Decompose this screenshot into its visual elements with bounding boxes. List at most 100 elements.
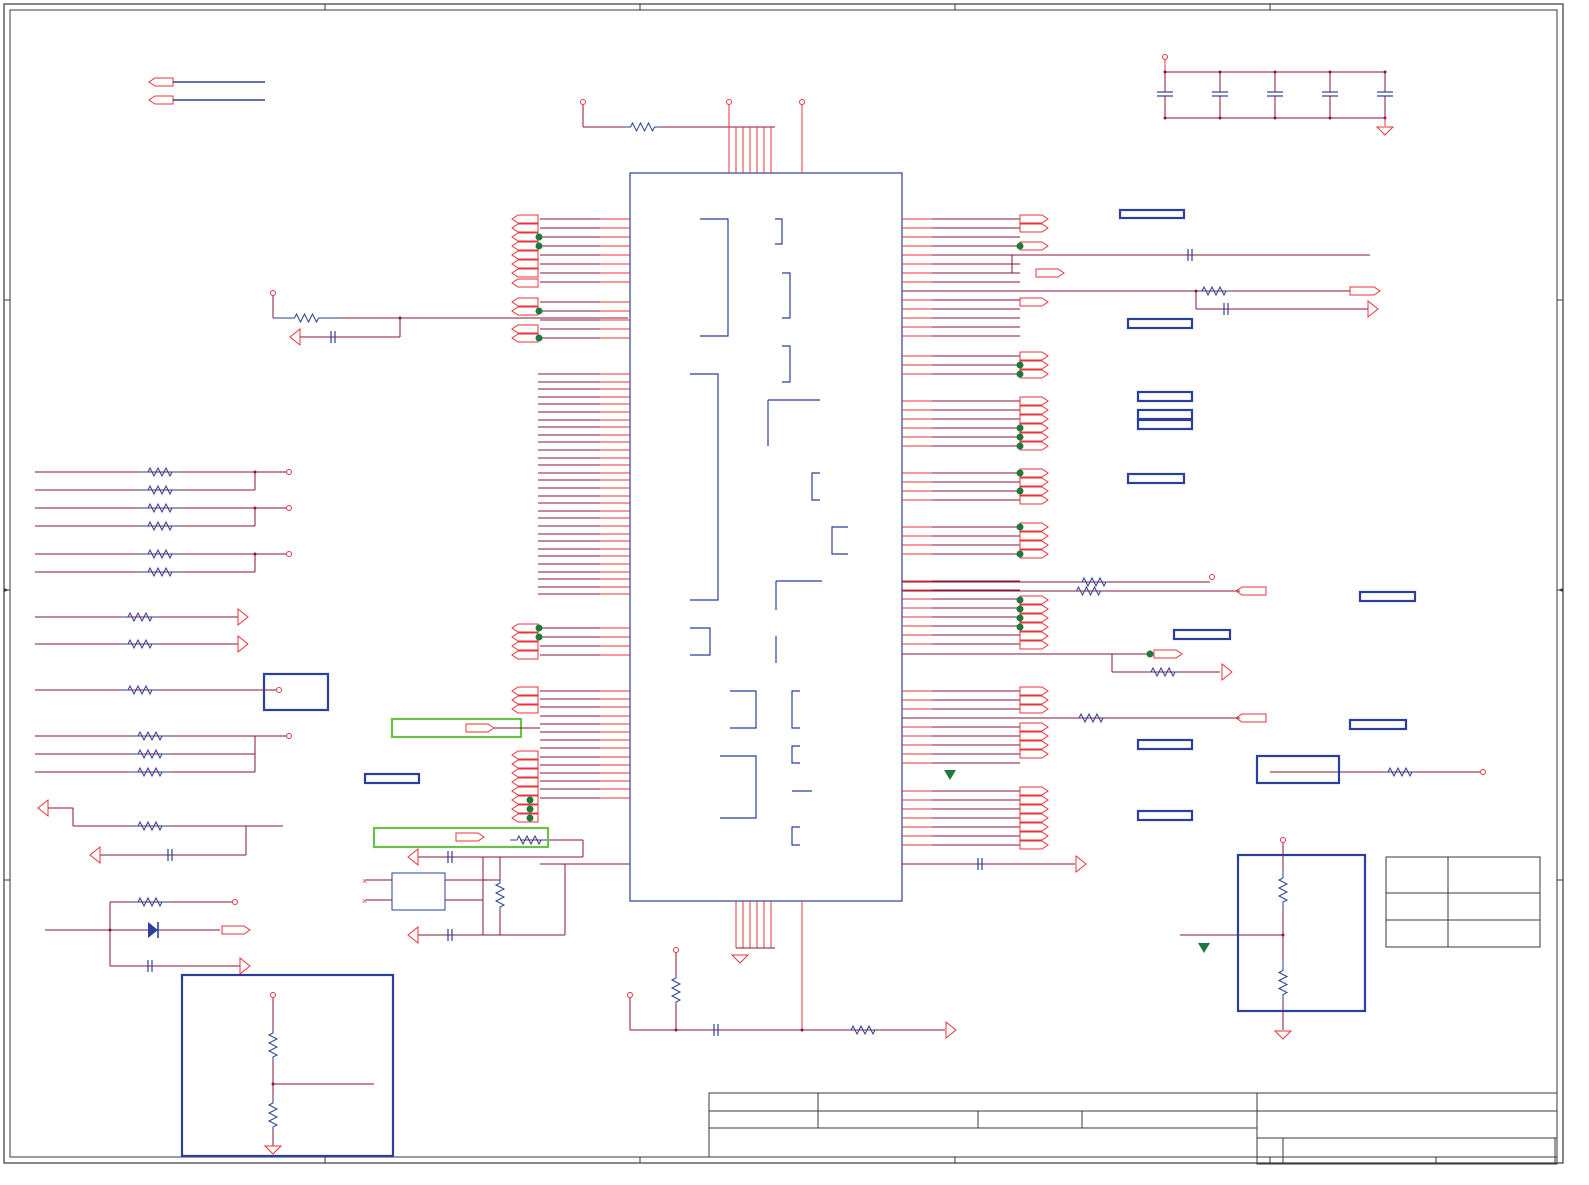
port-flag bbox=[1019, 477, 1049, 487]
rail-node bbox=[1163, 116, 1167, 120]
port-flag bbox=[148, 77, 174, 87]
port-flag bbox=[511, 297, 539, 307]
junction-dot bbox=[535, 307, 543, 315]
net-label-box bbox=[1136, 738, 1194, 751]
rail-node bbox=[1218, 70, 1222, 74]
sheet-outer-border bbox=[3, 3, 1564, 1164]
power-pin bbox=[276, 687, 282, 693]
rail-node bbox=[1328, 70, 1332, 74]
capacitor bbox=[1212, 91, 1228, 97]
port-flag bbox=[1019, 214, 1049, 224]
bus-bracket bbox=[700, 218, 729, 337]
junction-dot bbox=[1016, 424, 1024, 432]
resistor bbox=[267, 1100, 279, 1130]
junction-dot bbox=[535, 334, 543, 342]
junction-dot bbox=[526, 805, 534, 813]
input-arrow bbox=[89, 845, 101, 865]
port-flag bbox=[1019, 369, 1049, 379]
resistor bbox=[130, 748, 170, 760]
input-arrow bbox=[289, 327, 301, 347]
input-arrow bbox=[37, 798, 49, 818]
resistor bbox=[1277, 960, 1289, 1005]
junction-dot bbox=[1016, 442, 1024, 450]
port-flag bbox=[465, 723, 495, 733]
junction-dot bbox=[535, 233, 543, 241]
port-flag bbox=[511, 632, 539, 642]
port-flag bbox=[511, 232, 539, 242]
zone-arrow-left bbox=[4, 588, 9, 592]
rail-node bbox=[1273, 116, 1277, 120]
resistor bbox=[140, 520, 180, 532]
junction-dot bbox=[1016, 370, 1024, 378]
resistor bbox=[1277, 870, 1289, 910]
bus-bracket bbox=[775, 218, 783, 245]
marker-triangle bbox=[944, 770, 956, 780]
port-flag bbox=[1019, 686, 1049, 696]
port-flag bbox=[1019, 531, 1049, 541]
capacitor bbox=[1157, 91, 1173, 97]
port-flag bbox=[1153, 649, 1183, 659]
power-pin bbox=[726, 99, 732, 105]
diode bbox=[148, 922, 158, 938]
port-flag bbox=[511, 259, 539, 269]
power-pin bbox=[1280, 837, 1286, 843]
port-flag bbox=[1019, 804, 1049, 814]
power-pin bbox=[270, 290, 276, 296]
junction-dot bbox=[1016, 623, 1024, 631]
junction-dot bbox=[1016, 550, 1024, 558]
output-arrow bbox=[1367, 299, 1379, 319]
power-pin bbox=[1480, 769, 1486, 775]
power-pin bbox=[799, 99, 805, 105]
port-flag bbox=[511, 223, 539, 233]
port-flag bbox=[1019, 540, 1049, 550]
divider-group-box bbox=[180, 973, 395, 1158]
output-arrow bbox=[1221, 662, 1233, 682]
resistor bbox=[130, 730, 170, 742]
port-flag bbox=[1235, 713, 1267, 723]
junction-dot bbox=[1016, 469, 1024, 477]
rail-node bbox=[1273, 70, 1277, 74]
power-pin bbox=[286, 505, 292, 511]
power-pin bbox=[580, 99, 586, 105]
vref-box bbox=[1255, 754, 1341, 785]
power-pin bbox=[286, 469, 292, 475]
ic-body bbox=[629, 172, 903, 902]
resistor bbox=[140, 484, 180, 496]
port-flag bbox=[1035, 268, 1065, 278]
port-flag bbox=[1019, 613, 1049, 623]
power-pin bbox=[627, 992, 633, 998]
capacitor bbox=[1377, 91, 1393, 97]
junction-dot bbox=[526, 796, 534, 804]
port-flag bbox=[1019, 468, 1049, 478]
net-label-box bbox=[1136, 418, 1194, 431]
port-flag bbox=[1019, 423, 1049, 433]
junction-dot bbox=[1281, 933, 1285, 937]
net-label-box bbox=[363, 772, 421, 785]
junction-dot bbox=[1146, 650, 1154, 658]
sheet-inner-border bbox=[9, 9, 1558, 1158]
junction-dot bbox=[1016, 361, 1024, 369]
resistor bbox=[494, 880, 506, 910]
schematic-sheet: × × bbox=[0, 0, 1589, 1180]
port-flag bbox=[511, 750, 539, 760]
no-connect-mark: × bbox=[362, 876, 367, 886]
resistor bbox=[140, 548, 180, 560]
port-flag bbox=[1019, 822, 1049, 832]
junction-dot bbox=[535, 242, 543, 250]
junction-dot bbox=[1016, 487, 1024, 495]
port-flag bbox=[1019, 360, 1049, 370]
port-flag bbox=[1019, 604, 1049, 614]
bus-bracket bbox=[831, 526, 848, 555]
main-ic bbox=[511, 99, 1049, 1030]
schematic-canvas: ×× bbox=[3, 3, 1564, 1165]
port-flag bbox=[511, 241, 539, 251]
rail-node bbox=[1383, 70, 1387, 74]
port-flag bbox=[1019, 813, 1049, 823]
bus-bracket bbox=[720, 755, 757, 819]
power-pin bbox=[1162, 54, 1168, 60]
junction-dot bbox=[1016, 605, 1024, 613]
power-pin bbox=[232, 899, 238, 905]
no-connect-mark: × bbox=[362, 896, 367, 906]
port-flag bbox=[511, 786, 539, 796]
resistor bbox=[130, 766, 170, 778]
